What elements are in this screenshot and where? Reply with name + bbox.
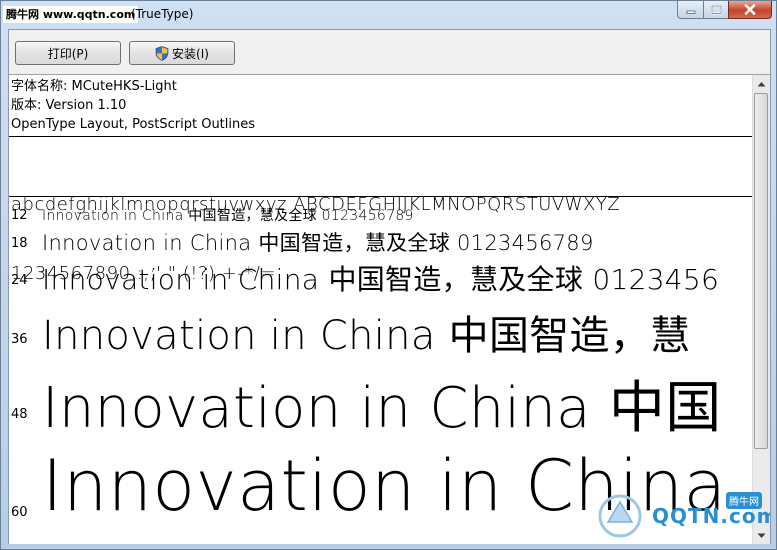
sample-size-label: 60 (11, 505, 28, 520)
maximize-button[interactable] (703, 1, 728, 19)
chevron-up-icon (757, 81, 766, 86)
maximize-icon (710, 4, 722, 14)
close-icon (744, 4, 756, 15)
divider (9, 196, 753, 197)
client-area: 打印(P) 安装(I) 字体名称: MCuteHKS-Light 版本: Ver… (8, 29, 771, 544)
font-preview-pane: 字体名称: MCuteHKS-Light 版本: Version 1.10 Op… (9, 74, 770, 544)
install-button-label: 安装(I) (172, 46, 209, 61)
sample-size-label: 24 (11, 273, 28, 288)
watermark: QQTN.com 腾牛网 (592, 490, 770, 540)
uac-shield-icon (155, 45, 169, 61)
sample-text: Innovation in China 中国智造，慧及全球 0123456789 (42, 208, 414, 224)
title-bar[interactable]: 腾牛网 www.qqtn.com (TrueType) (1, 1, 777, 29)
print-button[interactable]: 打印(P) (15, 41, 121, 65)
divider (9, 136, 753, 137)
scroll-up-button[interactable] (753, 75, 770, 92)
window-controls (677, 1, 772, 21)
sample-size-label: 48 (11, 407, 28, 422)
vertical-scrollbar[interactable] (752, 75, 770, 544)
window-title: (TrueType) (131, 7, 194, 21)
font-version-line: 版本: Version 1.10 (11, 98, 127, 113)
watermark-badge: 腾牛网 (726, 492, 762, 509)
sample-size-label: 18 (11, 236, 28, 251)
font-viewer-window: 腾牛网 www.qqtn.com (TrueType) 打印(P) 安装(I) … (0, 0, 777, 550)
scroll-thumb[interactable] (754, 93, 768, 449)
sample-text: Innovation in China 中国 (42, 376, 722, 441)
watermark-logo-icon (598, 494, 642, 538)
install-button[interactable]: 安装(I) (129, 41, 235, 65)
font-name-line: 字体名称: MCuteHKS-Light (11, 79, 177, 94)
font-format-line: OpenType Layout, PostScript Outlines (11, 117, 256, 132)
close-button[interactable] (728, 1, 772, 19)
font-info: 字体名称: MCuteHKS-Light 版本: Version 1.10 Op… (11, 77, 255, 134)
toolbar: 打印(P) 安装(I) (9, 30, 770, 74)
sample-text: Innovation in China 中国智造，慧 (42, 313, 691, 359)
sample-text: Innovation in China 中国智造，慧及全球 0123456789 (42, 231, 594, 255)
minimize-icon (686, 10, 695, 14)
sample-size-label: 36 (11, 332, 28, 347)
minimize-button[interactable] (677, 1, 703, 19)
sample-text: Innovation in China 中国智造，慧及全球 0123456 (42, 263, 720, 296)
brand-label: 腾牛网 www.qqtn.com (3, 6, 139, 23)
print-button-label: 打印(P) (47, 46, 89, 61)
sample-size-label: 12 (11, 208, 28, 223)
